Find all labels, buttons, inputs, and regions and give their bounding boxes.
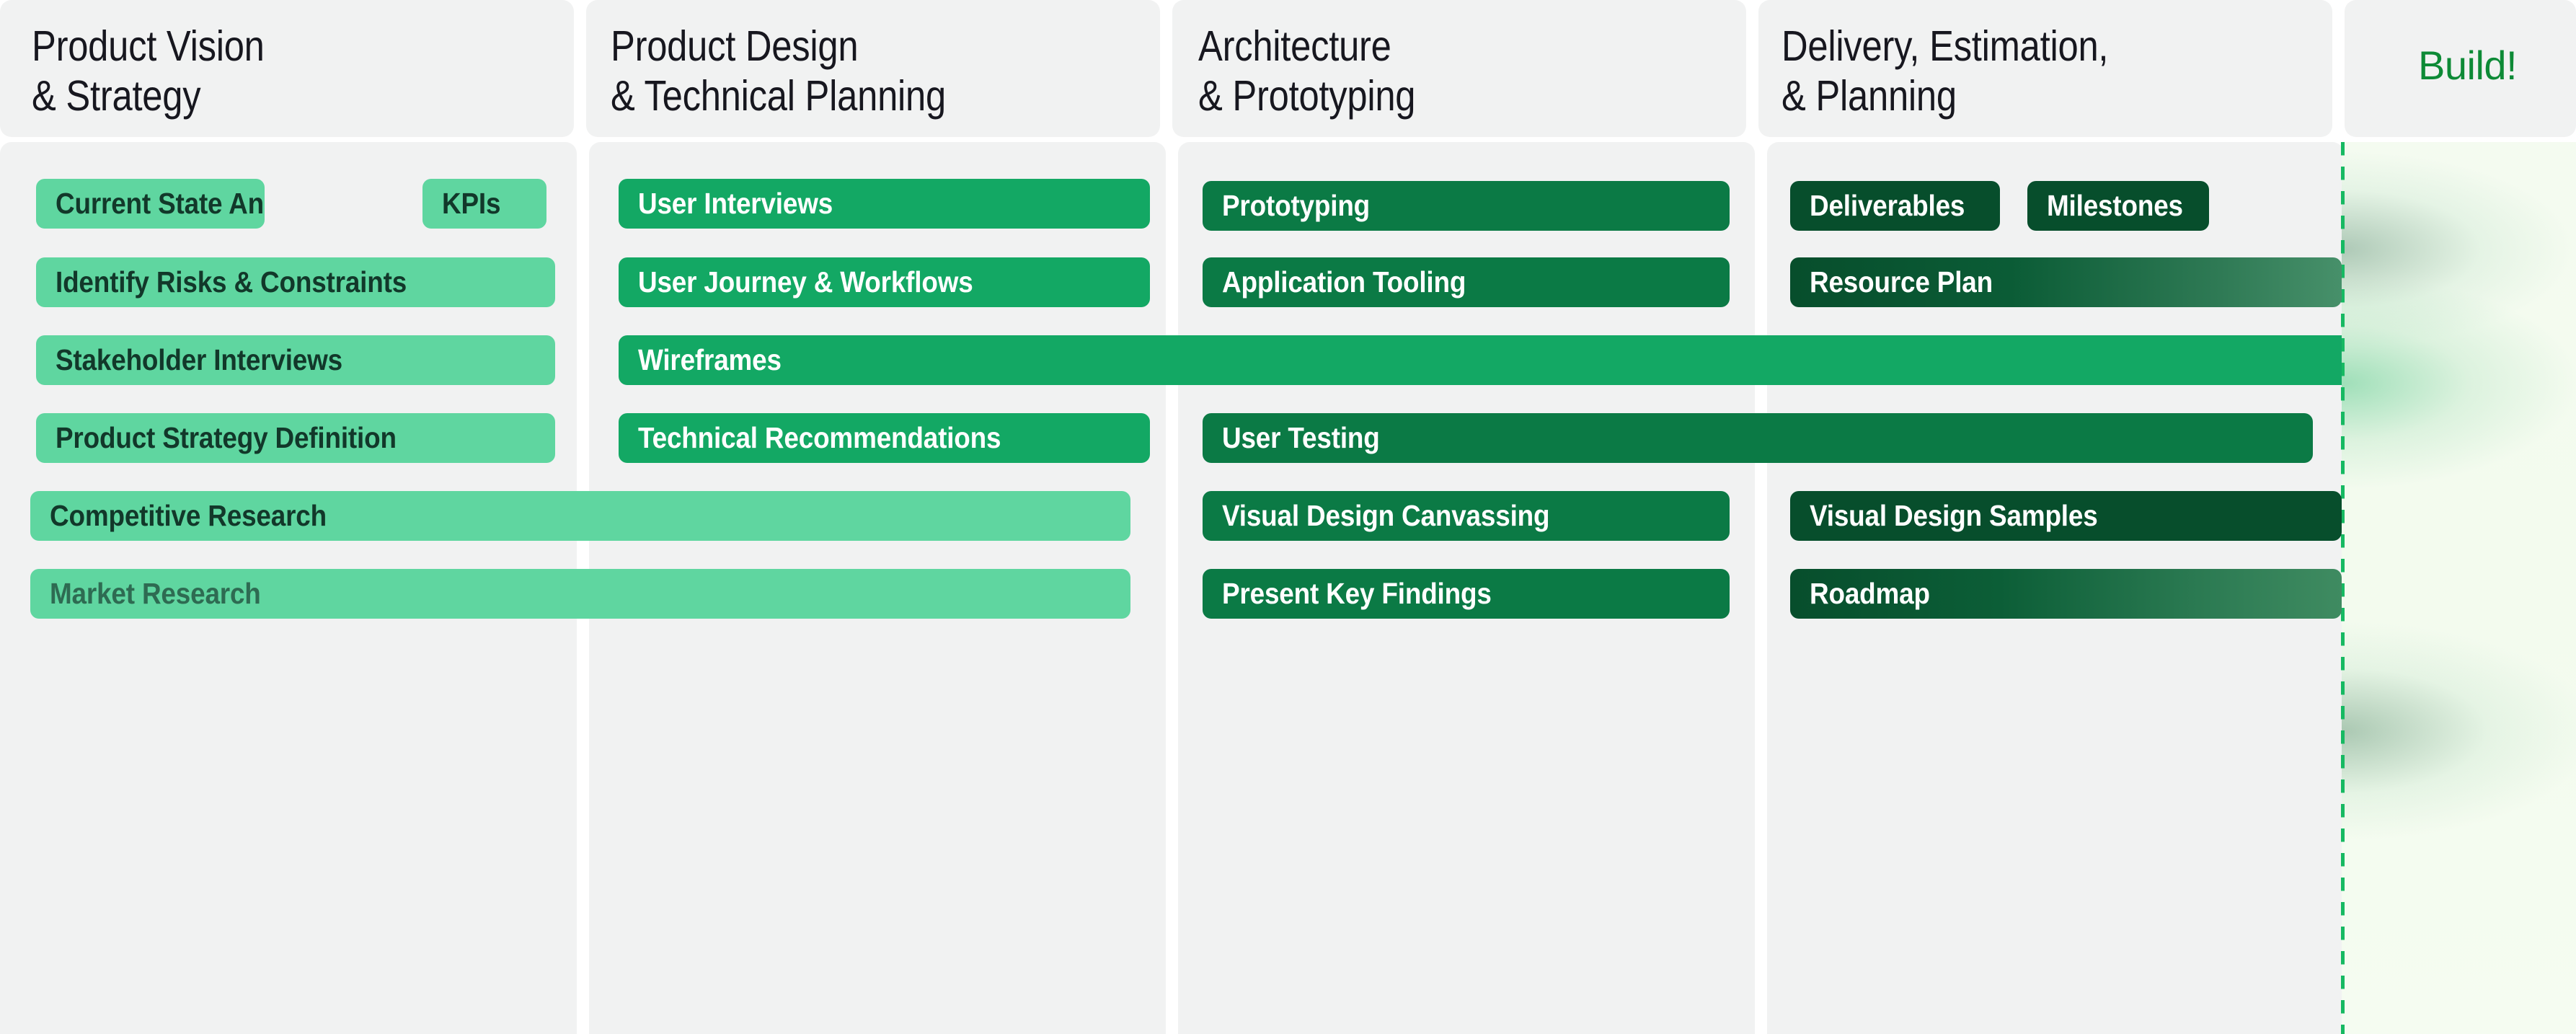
task-pill-label: Deliverables (1810, 189, 1965, 222)
task-pill[interactable]: Current State Analysis (36, 179, 265, 229)
task-pill[interactable]: User Interviews (619, 179, 1150, 229)
task-pill[interactable]: User Journey & Workflows (619, 257, 1150, 307)
product-roadmap-board: Product Vision & Strategy Product Design… (0, 0, 2576, 1034)
task-pill[interactable]: User Testing (1203, 413, 2313, 463)
task-pill[interactable]: Milestones (2027, 181, 2209, 231)
task-pill-label: Milestones (2047, 189, 2183, 222)
task-pill-label: User Testing (1222, 421, 1380, 454)
task-pill[interactable]: Market Research (30, 569, 1130, 619)
task-pill-label: User Journey & Workflows (638, 265, 973, 299)
task-pill[interactable]: Product Strategy Definition (36, 413, 555, 463)
task-pill[interactable]: Deliverables (1790, 181, 2000, 231)
task-pill-label: User Interviews (638, 187, 833, 220)
column-header-build: Build! (2345, 0, 2576, 137)
task-pill[interactable]: Competitive Research (30, 491, 1130, 541)
column-title: Architecture & Prototyping (1198, 22, 1416, 120)
task-pill[interactable]: Application Tooling (1203, 257, 1730, 307)
task-pill-label: Current State Analysis (56, 187, 265, 220)
task-pill[interactable]: Visual Design Canvassing (1203, 491, 1730, 541)
task-pill[interactable]: Technical Recommendations (619, 413, 1150, 463)
task-pill-label: Market Research (50, 577, 261, 610)
task-pill-label: Present Key Findings (1222, 577, 1492, 610)
column-header-delivery-estimation-planning: Delivery, Estimation, & Planning (1758, 0, 2333, 137)
column-headers: Product Vision & Strategy Product Design… (0, 0, 2576, 137)
task-pill-label: Identify Risks & Constraints (56, 265, 407, 299)
task-pill[interactable]: Present Key Findings (1203, 569, 1730, 619)
build-glow-panel (2342, 142, 2576, 1034)
column-title: Product Vision & Strategy (32, 22, 265, 120)
task-pill[interactable]: Resource Plan (1790, 257, 2342, 307)
task-pill-label: Visual Design Canvassing (1222, 499, 1550, 532)
task-pill-label: Resource Plan (1810, 265, 1993, 299)
task-pill-label: Wireframes (638, 343, 782, 376)
column-header-architecture-prototyping: Architecture & Prototyping (1172, 0, 1747, 137)
build-label: Build! (2418, 43, 2518, 88)
task-pill-label: Application Tooling (1222, 265, 1466, 299)
task-pill-label: Technical Recommendations (638, 421, 1001, 454)
task-pill[interactable]: KPIs (422, 179, 546, 229)
task-pill[interactable]: Stakeholder Interviews (36, 335, 555, 385)
task-pill[interactable]: Visual Design Samples (1790, 491, 2342, 541)
column-header-product-vision-strategy: Product Vision & Strategy (0, 0, 575, 137)
task-pill[interactable]: Identify Risks & Constraints (36, 257, 555, 307)
column-header-product-design-technical-planning: Product Design & Technical Planning (586, 0, 1161, 137)
task-pill-label: Roadmap (1810, 577, 1930, 610)
task-pill-label: Stakeholder Interviews (56, 343, 342, 376)
task-pill-label: Visual Design Samples (1810, 499, 2098, 532)
task-pill[interactable]: Wireframes (619, 335, 2342, 385)
column-title: Product Design & Technical Planning (611, 22, 947, 120)
task-pill[interactable]: Roadmap (1790, 569, 2342, 619)
task-pill-label: Competitive Research (50, 499, 327, 532)
task-pill-label: Product Strategy Definition (56, 421, 397, 454)
column-title: Delivery, Estimation, & Planning (1781, 22, 2109, 120)
task-pill[interactable]: Prototyping (1203, 181, 1730, 231)
task-pill-label: KPIs (442, 187, 501, 220)
task-pill-label: Prototyping (1222, 189, 1371, 222)
